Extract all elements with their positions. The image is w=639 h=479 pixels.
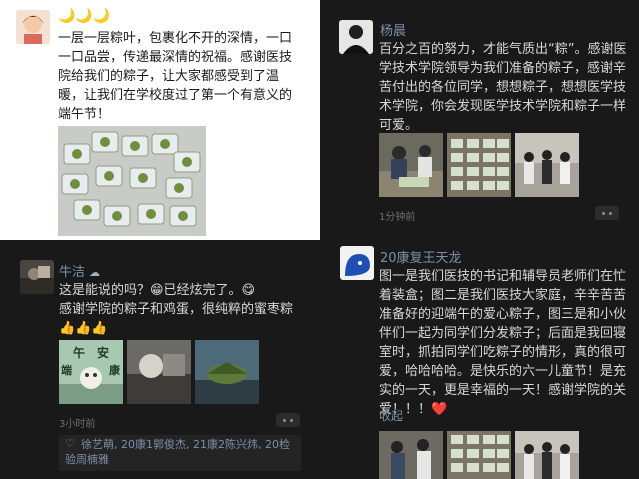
post-photo-3[interactable] — [195, 340, 259, 404]
moon-emojis: 🌙🌙🌙 — [58, 8, 111, 24]
author-name[interactable]: 20康复王天龙 — [380, 247, 462, 266]
likes-box: ♡ 徐艺萌, 20康1郭俊杰, 21康2陈兴炜, 20检验周楠雅 — [59, 435, 301, 471]
post-photo-1[interactable] — [379, 431, 443, 479]
photo-text: 康 — [109, 364, 120, 377]
more-button[interactable] — [595, 206, 619, 220]
more-button[interactable] — [276, 413, 300, 427]
avatar[interactable] — [20, 260, 54, 294]
post-text: 百分之百的努力，才能气质出“粽”。感谢医学技术学院领导为我们准备的粽子，感谢辛苦… — [379, 42, 627, 133]
post-photo-3[interactable] — [515, 431, 579, 479]
cloud-icon: ☁ — [89, 266, 101, 279]
post-text: 一层一层粽叶，包裹化不开的深情，一口一口品尝，传递最深情的祝福。感谢医技院给我们… — [58, 31, 293, 122]
moment-post-4: 20康复王天龙 图一是我们医技的书记和辅导员老师们在忙着装盒；图二是我们医技大家… — [322, 240, 639, 479]
moment-post-1: 🌙🌙🌙 一层一层粽叶，包裹化不开的深情，一口一口品尝，传递最深情的祝福。感谢医技… — [0, 0, 320, 240]
author-name[interactable]: 牛洁 ☁ — [59, 261, 100, 280]
photo-text: 安 — [97, 346, 110, 360]
moment-post-2: 杨晨 百分之百的努力，才能气质出“粽”。感谢医学技术学院领导为我们准备的粽子，感… — [322, 0, 639, 238]
avatar[interactable] — [340, 246, 374, 280]
post-photo-2[interactable] — [447, 133, 511, 197]
avatar[interactable] — [339, 20, 373, 54]
post-photo-3[interactable] — [515, 133, 579, 197]
likes-list[interactable]: 徐艺萌, 20康1郭俊杰, 21康2陈兴炜, 20检验周楠雅 — [65, 437, 297, 467]
post-time: 3小时前 — [59, 419, 96, 430]
post-photo-2[interactable] — [447, 431, 511, 479]
avatar[interactable] — [16, 10, 50, 44]
author-name[interactable]: 杨晨 — [380, 20, 406, 39]
collapse-link[interactable]: 收起 — [379, 407, 403, 424]
post-text: 这是能说的吗？😁已经炫完了。😋 感谢学院的粽子和鸡蛋，很纯粹的蜜枣粽 👍👍👍 — [59, 283, 294, 336]
post-photo-1[interactable] — [379, 133, 443, 197]
post-photo[interactable] — [58, 126, 206, 236]
post-time: 1分钟前 — [379, 212, 416, 223]
post-photo-1[interactable]: 午 安 端 康 — [59, 340, 123, 404]
post-photo-2[interactable] — [127, 340, 191, 404]
photo-text: 午 — [73, 346, 86, 360]
post-text: 图一是我们医技的书记和辅导员老师们在忙着装盒；图二是我们医技大家庭，辛辛苦苦准备… — [379, 269, 627, 417]
moment-post-3: 牛洁 ☁ 这是能说的吗？😁已经炫完了。😋 感谢学院的粽子和鸡蛋，很纯粹的蜜枣粽 … — [0, 243, 320, 479]
photo-text: 端 — [61, 364, 72, 377]
